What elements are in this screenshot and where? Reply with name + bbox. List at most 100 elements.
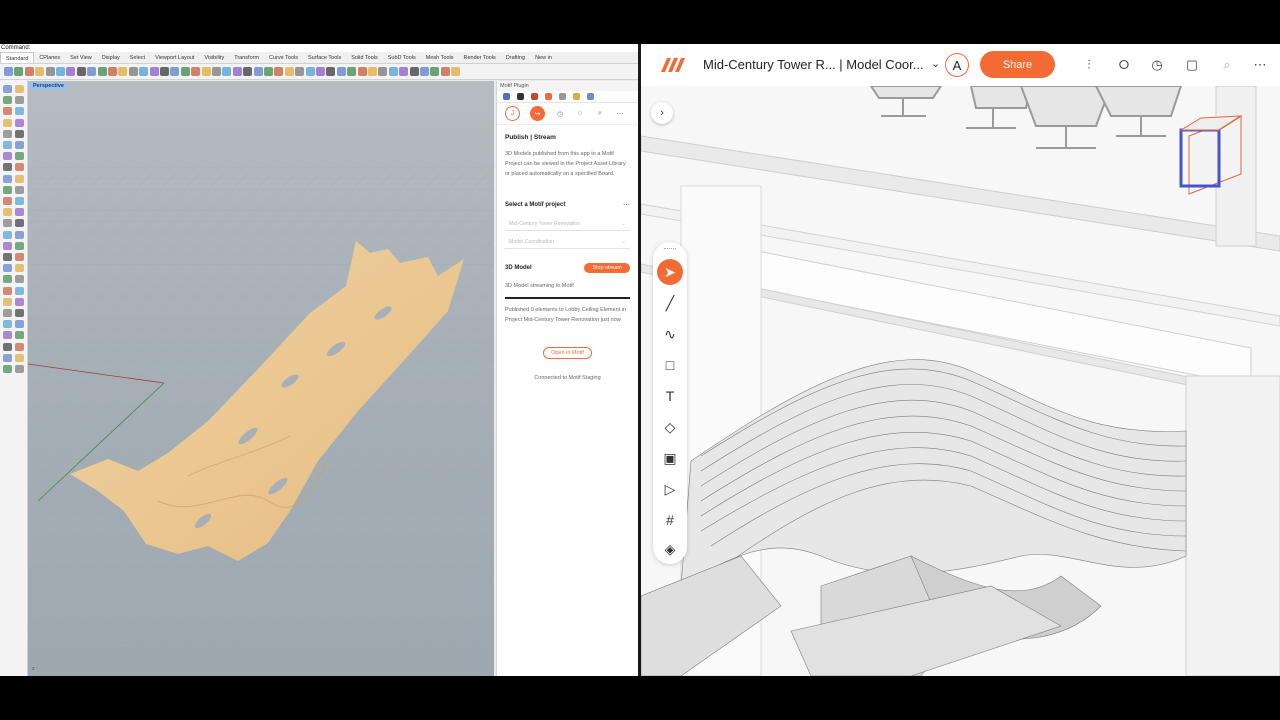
comment-icon[interactable]: ○ — [575, 109, 585, 119]
pen-icon[interactable] — [559, 93, 566, 100]
share-icon[interactable]: ↪ — [530, 106, 545, 121]
sliders-icon[interactable]: ⫶ — [1080, 56, 1098, 74]
toolbar-button-icon[interactable] — [24, 67, 34, 76]
toolbar-button-icon[interactable] — [326, 67, 336, 76]
tool-button-icon[interactable] — [3, 309, 12, 317]
grid-tool-icon[interactable]: # — [657, 507, 683, 533]
toolbar-button-icon[interactable] — [45, 67, 55, 76]
select-tool-icon[interactable]: ➤ — [657, 259, 683, 285]
rectangle-tool-icon[interactable]: □ — [657, 352, 683, 378]
tab-render-tools[interactable]: Render Tools — [458, 52, 500, 63]
toolbar-button-icon[interactable] — [180, 67, 190, 76]
toolbar-button-icon[interactable] — [368, 67, 377, 76]
tool-button-icon[interactable] — [3, 141, 12, 149]
tool-button-icon[interactable] — [3, 163, 12, 172]
chevron-down-icon[interactable]: ⌄ — [931, 57, 940, 70]
toolbar-button-icon[interactable] — [139, 67, 149, 76]
tool-button-icon[interactable] — [15, 185, 24, 194]
tab-standard[interactable]: Standard — [0, 52, 35, 63]
tool-button-icon[interactable] — [15, 286, 24, 295]
folder-icon[interactable] — [573, 93, 580, 100]
toolbar-button-icon[interactable] — [388, 67, 398, 76]
tool-button-icon[interactable] — [3, 96, 12, 105]
share-button[interactable]: Share — [980, 51, 1055, 78]
tab-cplanes[interactable]: CPlanes — [34, 52, 65, 63]
perspective-viewport[interactable]: Perspective z — [28, 81, 494, 676]
toolbar-button-icon[interactable] — [232, 67, 242, 76]
tool-button-icon[interactable] — [15, 275, 24, 284]
tab-mesh-tools[interactable]: Mesh Tools — [421, 52, 459, 63]
tool-button-icon[interactable] — [15, 163, 24, 172]
layers-icon[interactable]: ◇ — [657, 414, 683, 440]
camera-tool-icon[interactable]: ▷ — [657, 476, 683, 502]
toolbar-button-icon[interactable] — [295, 67, 305, 76]
tool-button-icon[interactable] — [3, 152, 12, 161]
stop-stream-button[interactable]: Stop stream — [584, 263, 630, 273]
toolbar-button-icon[interactable] — [243, 67, 253, 76]
comment-icon[interactable]: ▢ — [1183, 56, 1201, 74]
toolbar-button-icon[interactable] — [212, 67, 221, 76]
toolbar-button-icon[interactable] — [108, 67, 117, 76]
toolbar-button-icon[interactable] — [316, 67, 325, 76]
tool-button-icon[interactable] — [15, 208, 24, 217]
tool-button-icon[interactable] — [3, 253, 12, 261]
user-avatar[interactable]: J — [505, 106, 520, 121]
tab-transform[interactable]: Transform — [229, 52, 264, 63]
toolbar-button-icon[interactable] — [56, 67, 65, 76]
tool-button-icon[interactable] — [3, 85, 12, 93]
toolbar-button-icon[interactable] — [347, 67, 357, 76]
toolbar-button-icon[interactable] — [87, 67, 97, 76]
toolbar-button-icon[interactable] — [284, 67, 294, 76]
tool-button-icon[interactable] — [15, 129, 24, 138]
viewport-title[interactable]: Perspective — [30, 82, 67, 90]
document-title[interactable]: Mid-Century Tower R... | Model Coor... — [703, 57, 924, 72]
tool-button-icon[interactable] — [15, 297, 24, 306]
motif-icon[interactable] — [545, 93, 552, 100]
toolbar-button-icon[interactable] — [336, 67, 346, 76]
tab-viewport-layout[interactable]: Viewport Layout — [150, 52, 199, 63]
tool-button-icon[interactable] — [15, 107, 24, 116]
search-icon[interactable]: ⌕ — [595, 109, 605, 119]
display-icon[interactable] — [587, 93, 594, 100]
toolbar-button-icon[interactable] — [201, 67, 211, 76]
toolbar-button-icon[interactable] — [66, 67, 76, 76]
toolbar-button-icon[interactable] — [440, 67, 450, 76]
command-line[interactable]: Command: — [0, 44, 638, 52]
history-icon[interactable]: ◷ — [1148, 56, 1166, 74]
render-icon[interactable] — [531, 93, 538, 100]
eraser-tool-icon[interactable]: ◈ — [657, 536, 683, 562]
tool-button-icon[interactable] — [3, 365, 12, 373]
tool-button-icon[interactable] — [3, 320, 12, 329]
tool-button-icon[interactable] — [15, 197, 24, 205]
tab-display[interactable]: Display — [97, 52, 125, 63]
text-tool-icon[interactable]: T — [657, 383, 683, 409]
toolbar-button-icon[interactable] — [191, 67, 201, 76]
tool-button-icon[interactable] — [15, 320, 24, 329]
motif-logo-icon[interactable] — [659, 56, 685, 74]
tool-button-icon[interactable] — [15, 342, 24, 351]
shapes-tool-icon[interactable]: ▣ — [657, 445, 683, 471]
toolbar-button-icon[interactable] — [274, 67, 284, 76]
toolbar-button-icon[interactable] — [305, 67, 315, 76]
tool-button-icon[interactable] — [15, 264, 24, 273]
search-icon[interactable]: ⌕ — [1218, 56, 1236, 74]
tab-solid-tools[interactable]: Solid Tools — [346, 52, 383, 63]
tool-button-icon[interactable] — [3, 331, 12, 340]
toolbar-button-icon[interactable] — [4, 67, 13, 76]
user-avatar[interactable]: A — [945, 53, 969, 77]
tool-button-icon[interactable] — [3, 107, 12, 116]
more-icon[interactable]: ⋯ — [615, 109, 625, 119]
toolbar-button-icon[interactable] — [14, 67, 24, 76]
expand-panel-button[interactable]: › — [651, 102, 673, 124]
tool-button-icon[interactable] — [15, 174, 24, 183]
toolbar-button-icon[interactable] — [160, 67, 169, 76]
tool-button-icon[interactable] — [15, 152, 24, 161]
line-tool-icon[interactable]: ╱ — [657, 290, 683, 316]
tool-button-icon[interactable] — [15, 96, 24, 105]
tool-button-icon[interactable] — [3, 208, 12, 217]
toolbar-button-icon[interactable] — [451, 67, 461, 76]
tab-drafting[interactable]: Drafting — [501, 52, 530, 63]
tab-curve-tools[interactable]: Curve Tools — [264, 52, 303, 63]
tab-surface-tools[interactable]: Surface Tools — [303, 52, 346, 63]
tool-button-icon[interactable] — [15, 365, 24, 373]
